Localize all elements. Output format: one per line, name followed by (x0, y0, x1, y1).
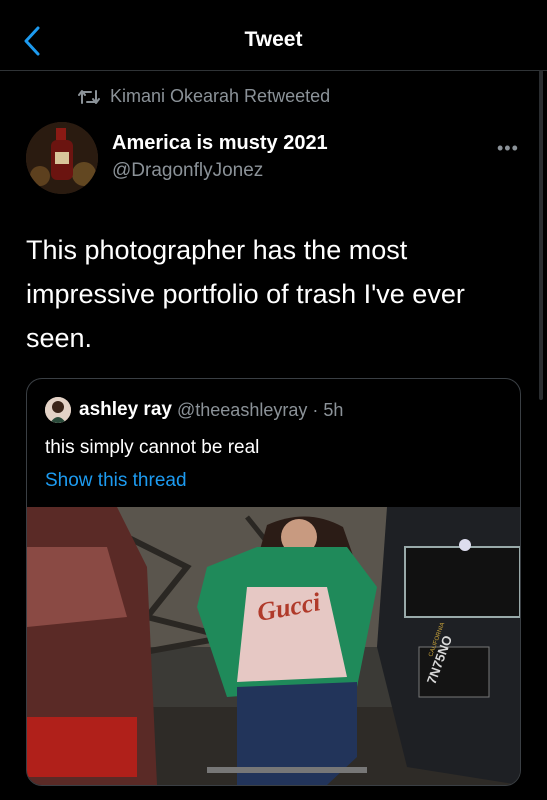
author-name[interactable]: America is musty 2021 (112, 132, 328, 155)
tweet-text: This photographer has the most impressiv… (26, 235, 465, 353)
top-nav-bar: Tweet (0, 0, 547, 71)
retweet-indicator[interactable]: Kimani Okearah Retweeted (78, 86, 330, 107)
retweet-label: Kimani Okearah Retweeted (110, 86, 331, 106)
avatar[interactable] (26, 122, 98, 194)
quoted-author-handle[interactable]: @theeashleyray · 5h (177, 400, 343, 421)
author-handle[interactable]: @DragonflyJonez (112, 160, 263, 182)
retweet-icon (78, 89, 100, 104)
quoted-tweet-text: this simply cannot be real (45, 437, 260, 458)
quoted-tweet[interactable]: ashley ray @theeashleyray · 5h this simp… (26, 378, 521, 786)
more-icon[interactable]: ••• (497, 138, 519, 159)
page-title: Tweet (244, 28, 303, 51)
quoted-photo[interactable]: Gucci CALIFORNIA 7N75NO (27, 507, 520, 785)
quoted-avatar[interactable] (45, 397, 71, 423)
scrollbar[interactable] (539, 70, 543, 400)
quoted-author-name[interactable]: ashley ray (79, 399, 172, 421)
show-thread-link[interactable]: Show this thread (45, 470, 187, 492)
